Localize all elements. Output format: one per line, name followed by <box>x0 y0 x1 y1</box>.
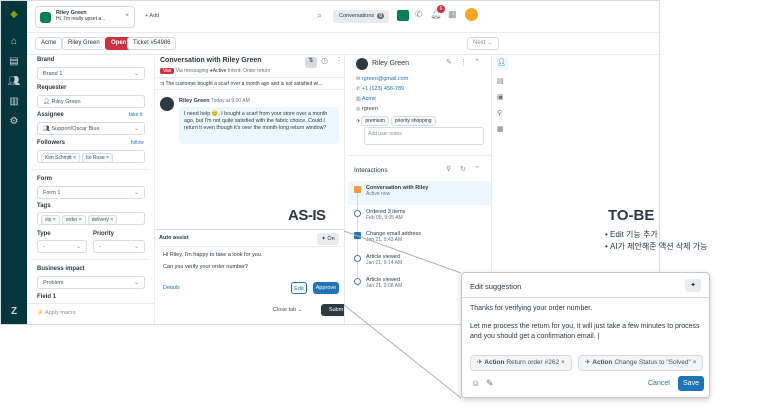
ai-sparkle-icon[interactable]: ✦ <box>685 279 701 292</box>
note-1: Edit 기능 추가 <box>610 230 658 239</box>
suggestion-line-1: Thanks for verifying your order number. <box>470 305 593 312</box>
edit-suggestion-panel: Edit suggestion ✦ Thanks for verifying y… <box>461 272 710 398</box>
action-icon: ✈ <box>585 359 591 366</box>
action-chip-label: Action <box>484 359 505 366</box>
action-chip-label: Action <box>592 359 613 366</box>
suggestion-line-2: Let me process the return for you, it wi… <box>470 323 700 340</box>
to-be-notes: • Edit 기능 추가 • AI가 제안해준 액션 삭제 가능 <box>605 230 708 251</box>
action-icon: ✈ <box>477 359 483 366</box>
action-chip-status[interactable]: ✈ Action Change Status to "Solved" × <box>578 355 704 371</box>
action-chip-text: Return order #262 <box>506 359 560 366</box>
edit-panel-title: Edit suggestion <box>470 282 522 291</box>
action-chip-text: Change Status to "Solved" <box>614 359 691 366</box>
as-is-label: AS-IS <box>288 207 326 224</box>
suggestion-editor[interactable]: Thanks for verifying your order number. … <box>470 305 706 342</box>
to-be-label: TO-BE <box>608 207 655 224</box>
attachment-icon[interactable]: ✎ <box>486 378 494 389</box>
note-2: AI가 제안해준 액션 삭제 가능 <box>610 242 708 251</box>
remove-chip-icon[interactable]: × <box>561 359 565 366</box>
remove-chip-icon[interactable]: × <box>693 359 697 366</box>
save-button[interactable]: Save <box>678 376 704 391</box>
cancel-button[interactable]: Cancel <box>648 380 670 387</box>
divider <box>462 297 709 298</box>
action-chip-return[interactable]: ✈ Action Return order #262 × <box>470 355 572 371</box>
callout-line-bottom <box>343 304 462 399</box>
callout-line-top <box>343 230 462 274</box>
emoji-icon[interactable]: ☺ <box>471 378 480 388</box>
